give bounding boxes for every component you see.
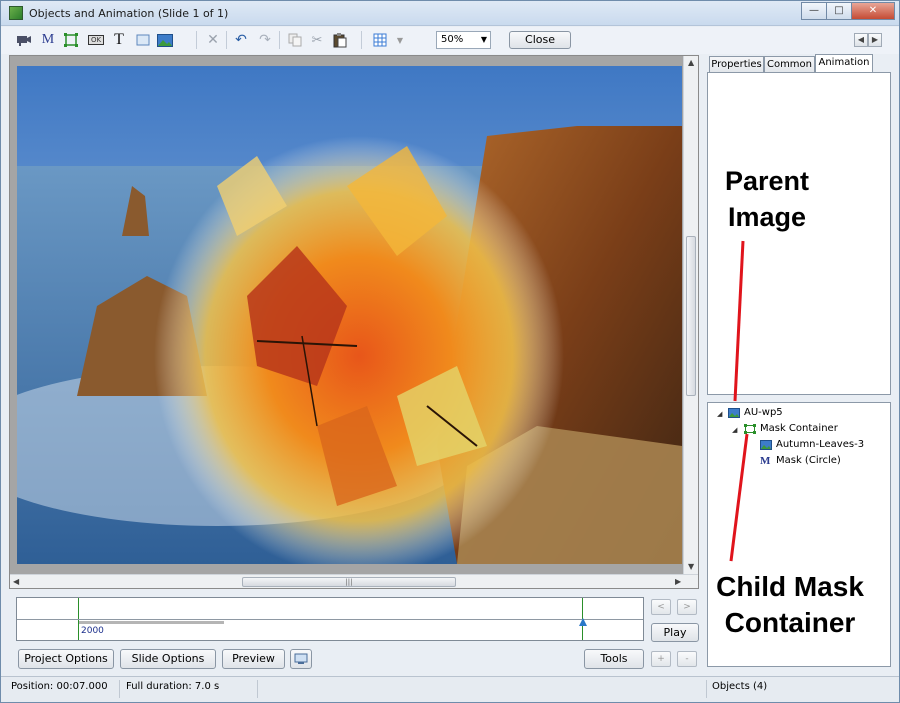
timeline[interactable]: 2000: [16, 597, 644, 641]
close-button[interactable]: Close: [509, 31, 571, 49]
image-icon[interactable]: [156, 32, 174, 48]
toolbar: M OK T ✕ ↶ ↷ ✂ ▼ 50% ▼ Close: [1, 27, 899, 54]
project-options-button[interactable]: Project Options: [18, 649, 114, 669]
slide-options-button[interactable]: Slide Options: [120, 649, 216, 669]
grid-icon[interactable]: [371, 32, 389, 48]
status-bar: Position: 00:07.000 Full duration: 7.0 s…: [1, 676, 899, 702]
mask-icon: M: [760, 454, 771, 467]
toolbar-separator: [196, 31, 197, 49]
rectangle-icon[interactable]: [134, 32, 152, 48]
panel-nav-left-button[interactable]: ◀: [854, 33, 868, 47]
timeline-next-button[interactable]: >: [677, 599, 697, 615]
tab-properties[interactable]: Properties: [709, 56, 764, 73]
toolbar-separator: [279, 31, 280, 49]
status-separator: [119, 680, 120, 698]
scroll-left-icon[interactable]: ◀: [13, 577, 19, 586]
tab-common[interactable]: Common: [764, 56, 815, 73]
canvas-vertical-scrollbar[interactable]: ▲ ▼: [683, 56, 698, 576]
annotation-parent-line2: Image: [727, 202, 807, 232]
annotation-parent-line1: Parent: [724, 166, 810, 196]
zoom-value: 50%: [441, 34, 464, 45]
scroll-down-icon[interactable]: ▼: [688, 562, 694, 571]
status-separator: [706, 680, 707, 698]
status-duration: Full duration: 7.0 s: [126, 681, 220, 692]
canvas-horizontal-scrollbar[interactable]: ◀ ||| ▶: [10, 574, 698, 588]
cut-icon[interactable]: ✂: [308, 32, 326, 48]
screen-preview-button[interactable]: [290, 649, 312, 669]
add-button[interactable]: +: [651, 651, 671, 667]
scroll-up-icon[interactable]: ▲: [688, 58, 694, 67]
image-icon: [760, 439, 772, 450]
timeline-clip-bar[interactable]: [79, 621, 224, 624]
ok-button-icon[interactable]: OK: [86, 32, 106, 48]
remove-button[interactable]: -: [677, 651, 697, 667]
timeline-row-divider: [17, 619, 643, 620]
annotation-parent-image: Parent Image: [705, 163, 829, 235]
frame-icon[interactable]: [62, 32, 80, 48]
mask-icon[interactable]: M: [39, 32, 57, 48]
camera-icon[interactable]: [15, 32, 33, 48]
app-icon: [9, 6, 23, 20]
delete-icon[interactable]: ✕: [204, 32, 222, 48]
status-objects: Objects (4): [712, 681, 768, 692]
maximize-button[interactable]: □: [826, 2, 852, 20]
title-bar: Objects and Animation (Slide 1 of 1) — □…: [1, 1, 899, 26]
slide-preview-image[interactable]: [17, 66, 682, 564]
chevron-down-icon: ▼: [480, 35, 487, 44]
undo-icon[interactable]: ↶: [232, 32, 250, 48]
status-separator: [257, 680, 258, 698]
tree-item-mask-container[interactable]: Mask Container: [744, 423, 838, 434]
window-title: Objects and Animation (Slide 1 of 1): [29, 7, 229, 20]
collapse-triangle-icon[interactable]: ◢: [717, 410, 722, 418]
redo-icon[interactable]: ↷: [256, 32, 274, 48]
main-window: Objects and Animation (Slide 1 of 1) — □…: [0, 0, 900, 703]
tools-button[interactable]: Tools: [584, 649, 644, 669]
scroll-right-icon[interactable]: ▶: [675, 577, 681, 586]
tree-item-mask-circle[interactable]: M Mask (Circle): [760, 455, 841, 466]
grid-dropdown-icon[interactable]: ▼: [391, 32, 409, 48]
vertical-scroll-thumb[interactable]: [686, 236, 696, 396]
timeline-prev-button[interactable]: <: [651, 599, 671, 615]
panel-nav-right-button[interactable]: ▶: [868, 33, 882, 47]
status-position: Position: 00:07.000: [11, 681, 108, 692]
window-controls: — □ ✕: [801, 2, 895, 20]
toolbar-separator: [361, 31, 362, 49]
slide-canvas: ▲ ▼ ◀ ||| ▶: [9, 55, 699, 589]
copy-icon[interactable]: [286, 32, 304, 48]
horizontal-scroll-thumb[interactable]: |||: [242, 577, 456, 587]
screen-icon: [294, 653, 308, 664]
tab-animation[interactable]: Animation: [815, 54, 873, 73]
annotation-child-line: [729, 433, 749, 562]
annotation-child-line2: Container: [724, 607, 856, 638]
annotation-child-line1: Child Mask: [716, 571, 864, 602]
timeline-time-label: 2000: [81, 626, 104, 636]
text-icon[interactable]: T: [110, 31, 128, 48]
toolbar-separator: [226, 31, 227, 49]
minimize-button[interactable]: —: [801, 2, 827, 20]
zoom-select[interactable]: 50% ▼: [436, 31, 491, 49]
annotation-arrows: [729, 240, 749, 562]
playhead-marker[interactable]: [579, 618, 587, 626]
play-button[interactable]: Play: [651, 623, 699, 642]
annotation-child-mask-container: Child Mask Container: [700, 569, 880, 641]
paste-icon[interactable]: [331, 32, 349, 48]
ok-glyph: OK: [87, 35, 105, 45]
tree-item-label: Mask (Circle): [776, 455, 841, 466]
panel-tabs: Properties Common Animation: [707, 54, 891, 73]
close-window-button[interactable]: ✕: [851, 2, 895, 20]
tree-item-autumn-leaves[interactable]: Autumn-Leaves-3: [760, 439, 864, 450]
preview-button[interactable]: Preview: [222, 649, 285, 669]
tree-item-label: Autumn-Leaves-3: [776, 439, 865, 450]
annotation-parent-line: [733, 240, 745, 402]
tree-item-label: Mask Container: [760, 423, 838, 434]
